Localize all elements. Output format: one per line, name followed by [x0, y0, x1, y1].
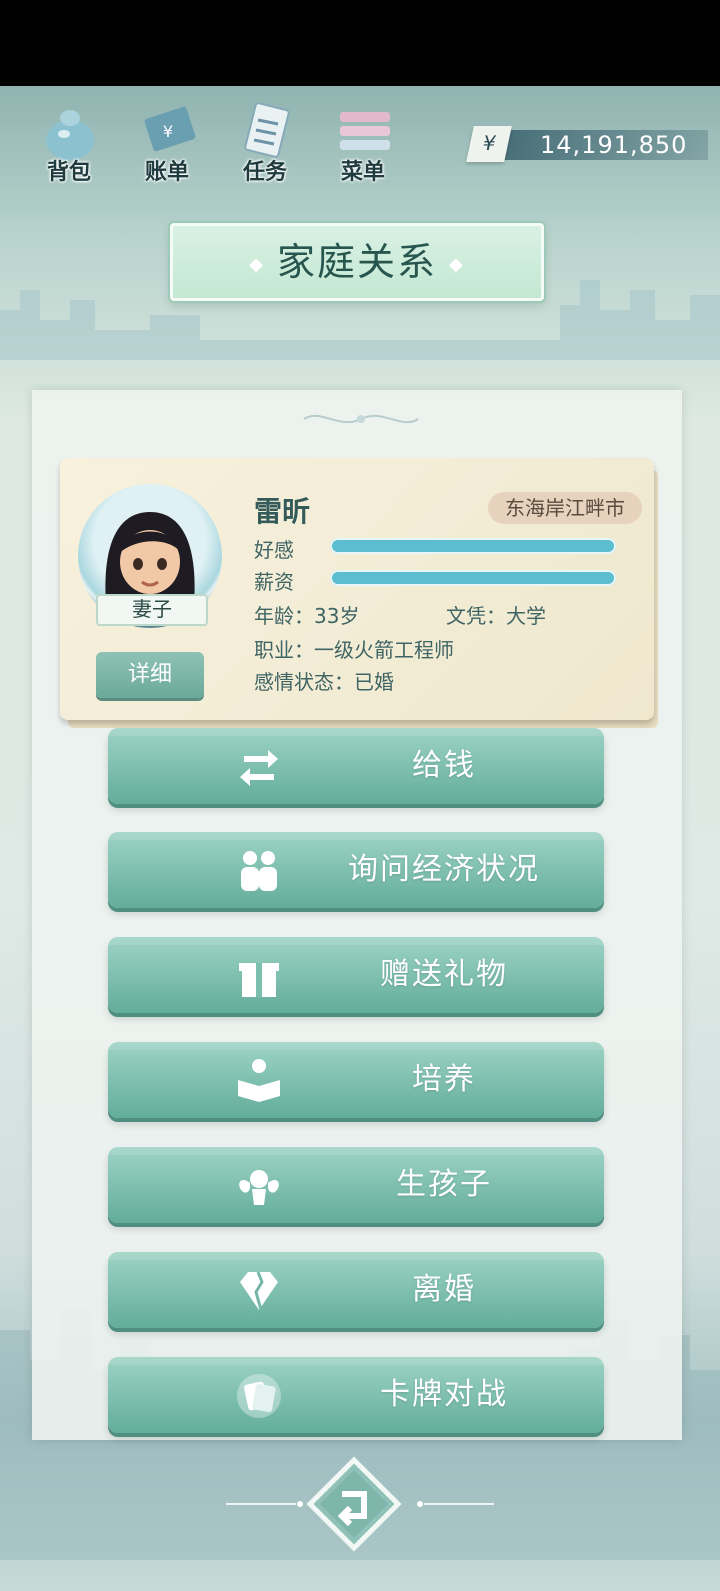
toolbar-task-label: 任务: [242, 160, 287, 185]
back-button[interactable]: [306, 1456, 402, 1552]
give-money-button[interactable]: 给钱: [108, 728, 604, 804]
toolbar-bag[interactable]: 背包: [22, 96, 116, 192]
toolbar-task[interactable]: 任务: [218, 96, 312, 192]
have-child-label: 生孩子: [396, 1167, 492, 1202]
transfer-icon: [240, 750, 278, 786]
salary-label: 薪资: [254, 570, 294, 594]
diamond-left-icon: ◆: [249, 253, 265, 275]
status-bar: [0, 0, 720, 86]
affection-meter: [330, 538, 616, 554]
send-gift-button[interactable]: 赠送礼物: [108, 937, 604, 1013]
svg-text:¥: ¥: [163, 122, 173, 141]
toolbar-bill[interactable]: ¥ 账单: [120, 96, 214, 192]
page-title-text: 家庭关系: [276, 240, 437, 284]
education-info: 文凭：大学: [446, 604, 546, 628]
divider-right-icon: [417, 1501, 494, 1507]
job-info: 职业：一级火箭工程师: [254, 638, 454, 662]
reading-icon: [238, 1059, 280, 1102]
age-info: 年龄：33岁: [254, 604, 360, 628]
send-gift-label: 赠送礼物: [380, 957, 508, 992]
page-title: ◆ 家庭关系 ◆: [170, 223, 544, 301]
money-display: ¥ 14,191,850: [458, 126, 708, 164]
nurture-button[interactable]: 培养: [108, 1042, 604, 1118]
card-battle-button[interactable]: 卡牌对战: [108, 1357, 604, 1433]
toolbar-bill-label: 账单: [144, 160, 189, 185]
toolbar-bag-label: 背包: [46, 160, 91, 185]
diamond-right-icon: ◆: [449, 253, 465, 275]
broken-diamond-icon: [240, 1271, 278, 1311]
flourish-ornament-icon: [303, 414, 419, 424]
have-child-button[interactable]: 生孩子: [108, 1147, 604, 1223]
cards-icon: [237, 1374, 281, 1418]
card-battle-label: 卡牌对战: [380, 1377, 508, 1412]
nurture-label: 培养: [412, 1062, 476, 1097]
relationship-info: 感情状态：已婚: [254, 670, 394, 694]
gift-icon: [239, 963, 279, 997]
divorce-label: 离婚: [412, 1272, 476, 1307]
toolbar-menu-label: 菜单: [340, 160, 385, 185]
ask-finance-button[interactable]: 询问经济状况: [108, 832, 604, 908]
role-label: 妻子: [96, 594, 208, 626]
affection-label: 好感: [254, 538, 294, 562]
toolbar-menu[interactable]: 菜单: [316, 96, 410, 192]
ask-finance-label: 询问经济状况: [348, 852, 540, 887]
angel-baby-icon: [239, 1170, 279, 1205]
people-icon: [241, 851, 277, 891]
yen-icon: ¥: [466, 126, 512, 162]
detail-button[interactable]: 详细: [96, 652, 204, 698]
divorce-button[interactable]: 离婚: [108, 1252, 604, 1328]
member-name: 雷昕: [254, 495, 311, 528]
member-city-badge: 东海岸江畔市: [488, 492, 642, 524]
money-amount: 14,191,850: [540, 131, 688, 159]
salary-meter: [330, 570, 616, 586]
give-money-label: 给钱: [412, 748, 476, 783]
divider-left-icon: [226, 1501, 303, 1507]
